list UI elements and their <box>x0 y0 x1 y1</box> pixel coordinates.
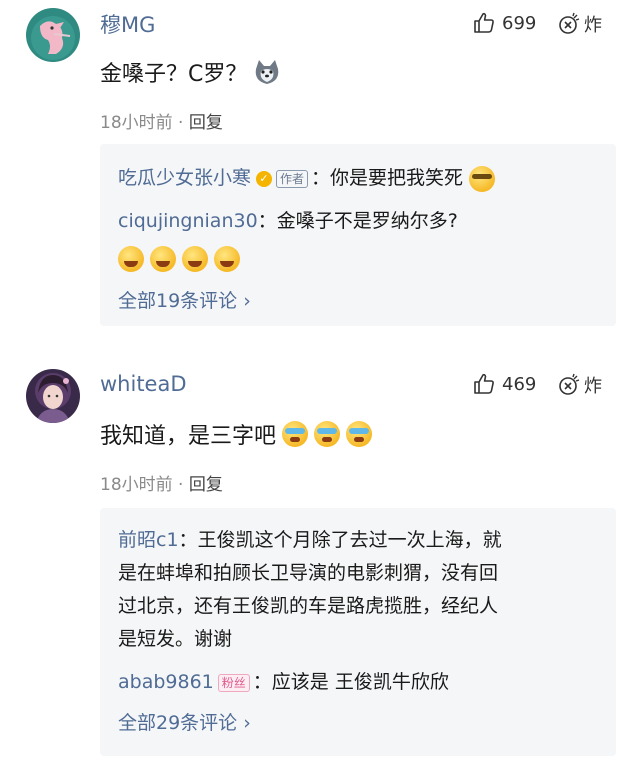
reply-item: 前昭c1：王俊凯这个月除了去过一次上海，就 是在蚌埠和拍顾长卫导演的电影刺猬，没… <box>118 524 600 656</box>
reply-separator: ： <box>257 210 277 232</box>
separator-dot: · <box>178 113 184 133</box>
thumbs-up-icon <box>474 12 494 33</box>
username[interactable]: 穆MG <box>100 9 155 39</box>
reply-username[interactable]: ciqujingnian30 <box>118 210 258 232</box>
reply-text: 应该是 王俊凯牛欣欣 <box>271 671 449 693</box>
bomb-icon <box>559 373 580 395</box>
reply-separator: ： <box>252 671 272 693</box>
thumbs-up-icon <box>474 373 494 394</box>
reply-text-line: 是短发。谢谢 <box>118 628 233 650</box>
reply-username[interactable]: 吃瓜少女张小寒 <box>118 167 251 189</box>
comment-text: 金嗓子？C罗？ <box>100 56 281 88</box>
laugh-emoji-icon <box>214 245 241 272</box>
comment-meta: 18小时前 · 回复 <box>100 470 223 495</box>
view-all-replies-link[interactable]: 全部29条评论 › <box>118 708 251 735</box>
crying-emoji-icon <box>314 421 341 447</box>
emoji-row <box>118 242 600 275</box>
reply-item: ciqujingnian30：金嗓子不是罗纳尔多? <box>118 205 600 238</box>
reply-text: 金嗓子不是罗纳尔多? <box>276 210 458 232</box>
like-button[interactable]: 699 <box>472 11 536 35</box>
reply-username[interactable]: 前昭c1 <box>118 529 179 551</box>
reply-text-line: 是在蚌埠和拍顾长卫导演的电影刺猬，没有回 <box>118 562 499 584</box>
reply-text: 你是要把我笑死 <box>330 167 464 189</box>
explode-label: 炸 <box>584 15 602 36</box>
avatar[interactable] <box>26 369 80 423</box>
reply-button[interactable]: 回复 <box>189 475 223 495</box>
timestamp: 18小时前 <box>100 113 173 133</box>
husky-emoji-icon <box>256 60 279 84</box>
laugh-emoji-icon <box>150 245 177 272</box>
comment-text-content: 我知道，是三字吧 <box>100 424 277 449</box>
crying-emoji-icon <box>282 421 309 447</box>
crying-emoji-icon <box>346 421 373 447</box>
reply-separator: ： <box>311 167 331 189</box>
reply-button[interactable]: 回复 <box>189 113 223 133</box>
comment-text: 我知道，是三字吧 <box>100 418 373 450</box>
like-count: 469 <box>502 373 537 395</box>
reply-item: abab9861 粉丝 ：应该是 王俊凯牛欣欣 <box>118 666 600 699</box>
comment-meta: 18小时前 · 回复 <box>100 108 223 133</box>
reply-username[interactable]: abab9861 <box>118 671 214 693</box>
like-button[interactable]: 469 <box>472 372 536 396</box>
reply-separator: ： <box>178 529 198 551</box>
laugh-emoji-icon <box>182 245 209 272</box>
verified-badge-icon: ✓ <box>256 170 273 187</box>
reply-text-line: 王俊凯这个月除了去过一次上海，就 <box>197 529 502 551</box>
reply-item: 吃瓜少女张小寒 ✓ 作者 ：你是要把我笑死 <box>118 162 600 195</box>
username[interactable]: whiteaD <box>100 372 187 396</box>
avatar[interactable] <box>26 8 80 62</box>
timestamp: 18小时前 <box>100 475 173 495</box>
explode-button[interactable]: 炸 <box>557 11 602 37</box>
reply-text-line: 过北京，还有王俊凯的车是路虎揽胜，经纪人 <box>118 595 499 617</box>
sweat-emoji-icon <box>469 165 496 192</box>
laugh-emoji-icon <box>118 245 144 272</box>
like-count: 699 <box>502 12 537 34</box>
reply-thread: 前昭c1：王俊凯这个月除了去过一次上海，就 是在蚌埠和拍顾长卫导演的电影刺猬，没… <box>100 508 616 756</box>
author-tag: 作者 <box>276 169 309 188</box>
fan-tag: 粉丝 <box>217 673 250 692</box>
explode-label: 炸 <box>584 376 602 397</box>
view-all-replies-link[interactable]: 全部19条评论 › <box>118 286 251 313</box>
bomb-icon <box>559 12 580 34</box>
separator-dot: · <box>178 475 184 495</box>
explode-button[interactable]: 炸 <box>557 372 602 398</box>
comment-text-content: 金嗓子？C罗？ <box>100 62 248 87</box>
reply-thread: 吃瓜少女张小寒 ✓ 作者 ：你是要把我笑死 ciqujingnian30：金嗓子不是罗… <box>100 144 616 326</box>
